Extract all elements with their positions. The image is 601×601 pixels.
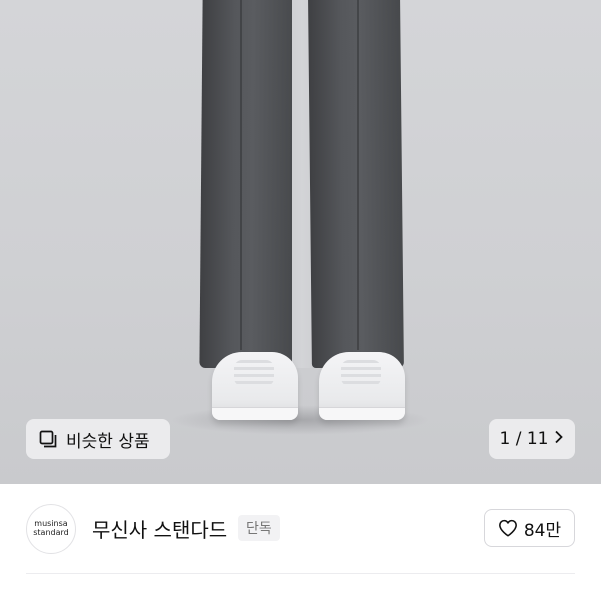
brand-row: musinsa standard 무신사 스탠다드 단독 84만	[0, 484, 601, 572]
chevron-right-icon	[554, 430, 564, 448]
sneaker-left	[212, 352, 298, 420]
product-page: 비슷한 상품 1 / 11 musinsa standard 무신사 스탠다드 …	[0, 0, 601, 601]
trouser-crease-left	[240, 0, 242, 350]
trouser-left-leg	[199, 0, 296, 368]
like-count: 84만	[523, 520, 562, 541]
heart-outline-icon	[498, 519, 517, 537]
similar-items-label: 비슷한 상품	[66, 431, 150, 452]
image-counter-text: 1 / 11	[499, 429, 549, 449]
section-divider	[26, 573, 575, 574]
sneaker-right	[319, 352, 405, 420]
exclusive-badge: 단독	[238, 515, 280, 541]
trouser-right-leg	[308, 0, 404, 368]
brand-logo-line2: standard	[33, 528, 69, 537]
brand-name-link[interactable]: 무신사 스탠다드	[92, 514, 227, 543]
like-button[interactable]: 84만	[484, 509, 575, 547]
similar-items-icon	[39, 430, 57, 448]
image-counter-button[interactable]: 1 / 11	[489, 419, 575, 459]
brand-logo[interactable]: musinsa standard	[26, 504, 76, 554]
product-image-carousel[interactable]: 비슷한 상품 1 / 11	[0, 0, 601, 484]
similar-items-button[interactable]: 비슷한 상품	[26, 419, 170, 459]
trouser-crease-right	[357, 0, 359, 350]
